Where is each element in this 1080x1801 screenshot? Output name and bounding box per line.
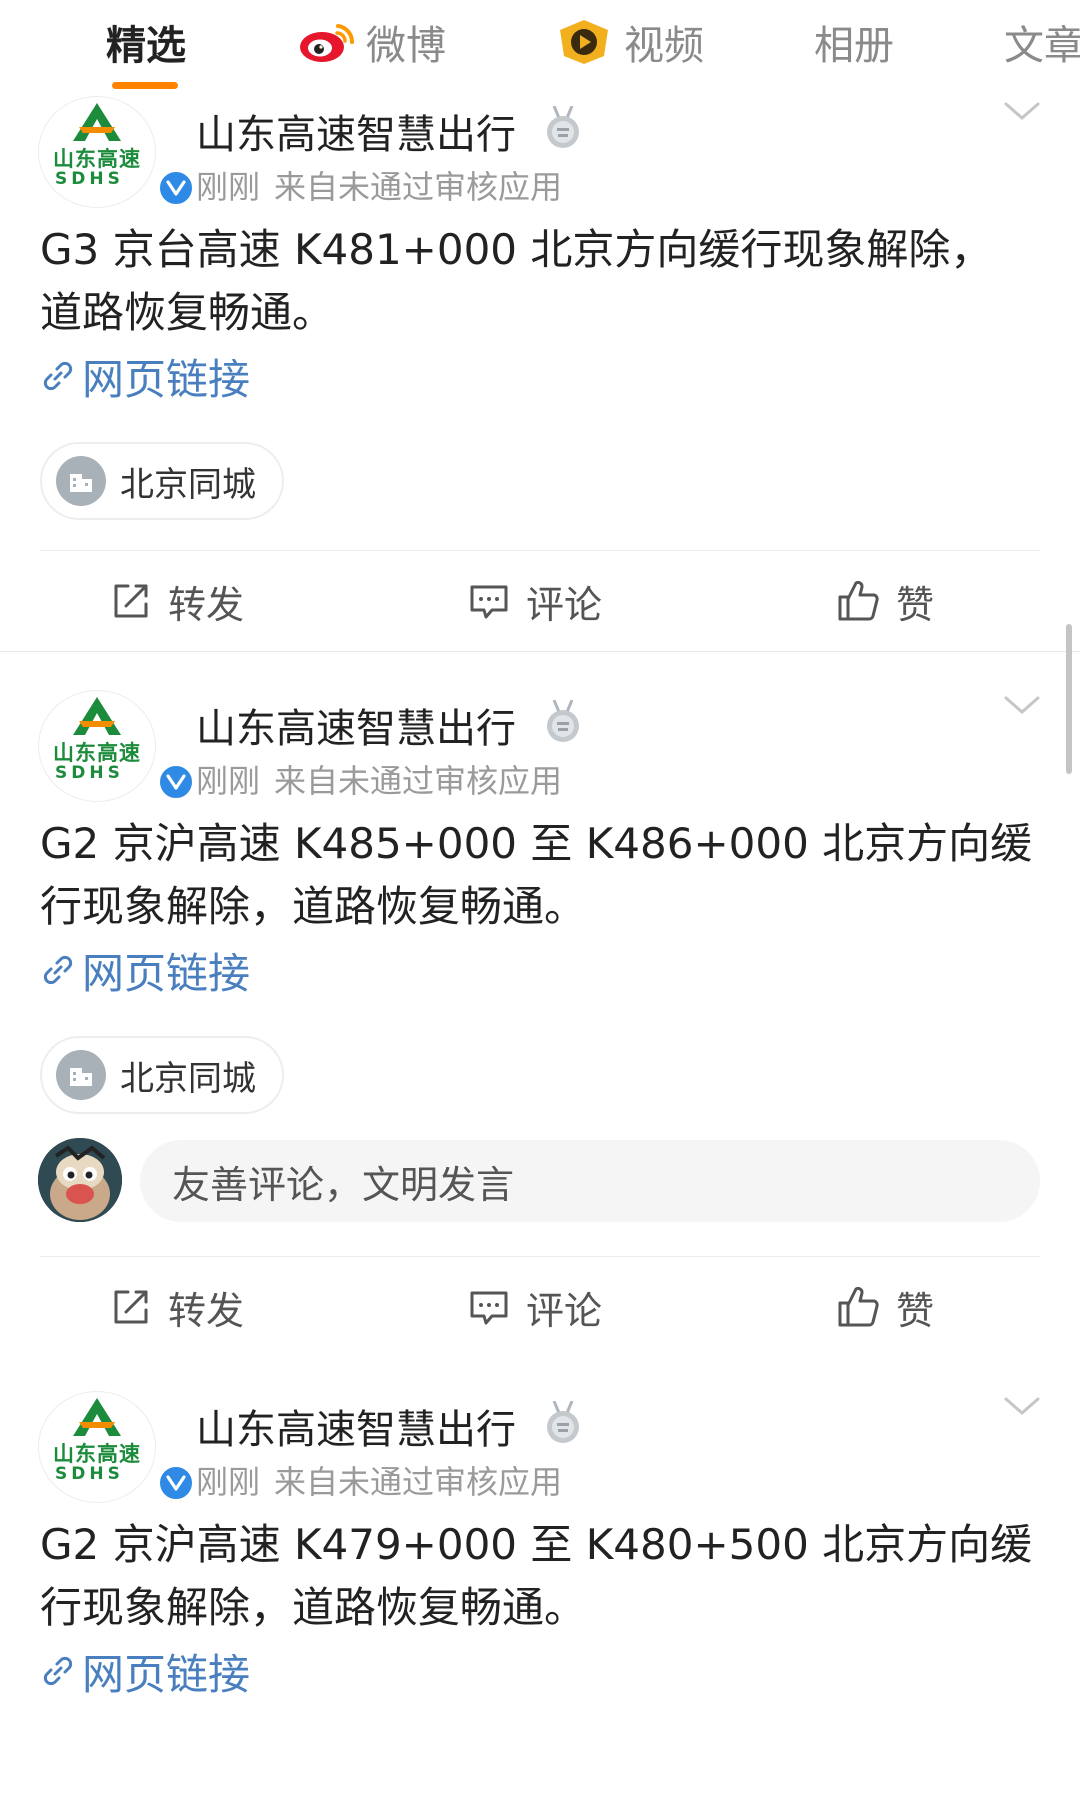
post-text-line: 行现象解除，道路恢复畅通。	[40, 1583, 587, 1632]
top-tab-bar: 精选 微博 视频 相册 文章	[0, 0, 1080, 100]
post-time: 刚刚	[196, 168, 261, 206]
tab-label: 视频	[624, 23, 704, 69]
tab-weibo[interactable]: 微博	[298, 14, 446, 70]
post-text: G3 京台高速 K481+000 北京方向缓行现象解除， 道路恢复畅通。	[0, 218, 1080, 344]
web-link[interactable]: 网页链接	[0, 938, 1080, 1002]
chevron-down-icon[interactable]	[1002, 1395, 1042, 1419]
link-chain-icon	[40, 1653, 76, 1689]
location-tag[interactable]: 北京同城	[40, 1036, 284, 1114]
post-text-line: 道路恢复畅通。	[40, 288, 335, 337]
web-link-label: 网页链接	[82, 1649, 251, 1699]
post-header: 山东高速 SDHS 山东高速智慧出行 刚刚 来自未通过审核应用	[0, 690, 1080, 810]
tab-video[interactable]: 视频	[556, 14, 704, 70]
thumbs-up-icon	[836, 1285, 880, 1329]
post-card[interactable]: 山东高速 SDHS 山东高速智慧出行 刚刚 来自未通过审核应用	[0, 652, 1080, 1357]
author-name[interactable]: 山东高速智慧出行	[196, 696, 516, 754]
author-avatar[interactable]: 山东高速 SDHS	[38, 96, 195, 208]
sdhs-logo-icon	[73, 103, 121, 141]
scrollbar[interactable]	[1066, 624, 1072, 774]
weibo-logo-icon	[298, 20, 354, 64]
repost-icon	[110, 1286, 152, 1328]
comment-icon	[468, 1286, 510, 1328]
post-card[interactable]: 山东高速 SDHS 山东高速智慧出行 刚刚 来自未通过审核应用	[0, 1357, 1080, 1703]
link-chain-icon	[40, 952, 76, 988]
comment-button[interactable]: 评论	[468, 1279, 602, 1335]
post-time: 刚刚	[196, 762, 261, 800]
repost-button[interactable]: 转发	[110, 1279, 244, 1335]
sdhs-logo-icon	[73, 1398, 121, 1436]
user-avatar[interactable]	[38, 1138, 122, 1222]
thumbs-up-icon	[836, 579, 880, 623]
post-meta: 刚刚 来自未通过审核应用	[196, 756, 562, 802]
feed: 山东高速 SDHS 山东高速智慧出行 刚刚 来自未通过审核应用 G3 京台高速 …	[0, 96, 1080, 1703]
avatar-logo-text: SDHS	[55, 169, 124, 189]
comment-button[interactable]: 评论	[468, 573, 602, 629]
medal-icon	[547, 1401, 579, 1443]
chevron-down-icon[interactable]	[1002, 100, 1042, 124]
post-text-line: G3 京台高速 K481+000 北京方向缓行现象解除，	[40, 225, 993, 274]
web-link[interactable]: 网页链接	[0, 344, 1080, 408]
web-link-label: 网页链接	[82, 354, 251, 404]
building-icon	[56, 1050, 106, 1100]
comment-icon	[468, 580, 510, 622]
post-text-line: G2 京沪高速 K485+000 至 K486+000 北京方向缓	[40, 819, 1033, 868]
author-name[interactable]: 山东高速智慧出行	[196, 102, 516, 160]
post-actions: 转发 评论 赞	[0, 551, 1080, 651]
tab-label: 微博	[366, 23, 446, 69]
avatar-logo-text: SDHS	[55, 763, 124, 783]
like-button[interactable]: 赞	[836, 573, 934, 629]
comment-label: 评论	[526, 582, 603, 627]
repost-label: 转发	[168, 1288, 245, 1333]
location-label: 北京同城	[120, 464, 256, 505]
post-header: 山东高速 SDHS 山东高速智慧出行 刚刚 来自未通过审核应用	[0, 1391, 1080, 1511]
web-link[interactable]: 网页链接	[0, 1639, 1080, 1703]
post-source: 来自未通过审核应用	[274, 1463, 563, 1501]
repost-label: 转发	[168, 582, 245, 627]
active-tab-indicator	[112, 82, 178, 89]
avatar-logo-text: SDHS	[55, 1464, 124, 1484]
verified-badge-icon	[157, 169, 195, 207]
post-source: 来自未通过审核应用	[274, 762, 563, 800]
post-header: 山东高速 SDHS 山东高速智慧出行 刚刚 来自未通过审核应用	[0, 96, 1080, 216]
post-text: G2 京沪高速 K479+000 至 K480+500 北京方向缓 行现象解除，…	[0, 1513, 1080, 1639]
post-source: 来自未通过审核应用	[274, 168, 563, 206]
post-text-line: 行现象解除，道路恢复畅通。	[40, 882, 587, 931]
verified-badge-icon	[157, 763, 195, 801]
author-avatar[interactable]: 山东高速 SDHS	[38, 1391, 195, 1503]
like-label: 赞	[896, 1288, 935, 1333]
post-meta: 刚刚 来自未通过审核应用	[196, 1457, 562, 1503]
comment-label: 评论	[526, 1288, 603, 1333]
link-chain-icon	[40, 358, 76, 394]
comment-input[interactable]: 友善评论，文明发言	[140, 1140, 1040, 1222]
like-label: 赞	[896, 582, 935, 627]
location-tag[interactable]: 北京同城	[40, 442, 284, 520]
web-link-label: 网页链接	[82, 948, 251, 998]
tab-featured[interactable]: 精选	[106, 14, 186, 70]
chevron-down-icon[interactable]	[1002, 694, 1042, 718]
like-button[interactable]: 赞	[836, 1279, 934, 1335]
tab-label: 精选	[106, 23, 186, 69]
verified-badge-icon	[157, 1464, 195, 1502]
post-meta: 刚刚 来自未通过审核应用	[196, 162, 562, 208]
repost-button[interactable]: 转发	[110, 573, 244, 629]
medal-icon	[547, 700, 579, 742]
building-icon	[56, 456, 106, 506]
post-card[interactable]: 山东高速 SDHS 山东高速智慧出行 刚刚 来自未通过审核应用	[0, 96, 1080, 651]
post-text: G2 京沪高速 K485+000 至 K486+000 北京方向缓 行现象解除，…	[0, 812, 1080, 938]
sdhs-logo-icon	[73, 697, 121, 735]
post-text-line: G2 京沪高速 K479+000 至 K480+500 北京方向缓	[40, 1520, 1033, 1569]
quick-comment-row: 友善评论，文明发言	[0, 1138, 1080, 1248]
location-label: 北京同城	[120, 1058, 256, 1099]
post-actions: 转发 评论 赞	[0, 1257, 1080, 1357]
post-time: 刚刚	[196, 1463, 261, 1501]
medal-icon	[547, 106, 579, 148]
tab-label: 相册	[814, 23, 894, 69]
tab-label: 文章	[1004, 23, 1080, 69]
author-name[interactable]: 山东高速智慧出行	[196, 1397, 516, 1455]
tab-album[interactable]: 相册	[814, 14, 894, 70]
video-play-icon	[556, 18, 612, 66]
tab-articles[interactable]: 文章	[1004, 14, 1080, 70]
repost-icon	[110, 580, 152, 622]
author-avatar[interactable]: 山东高速 SDHS	[38, 690, 195, 802]
